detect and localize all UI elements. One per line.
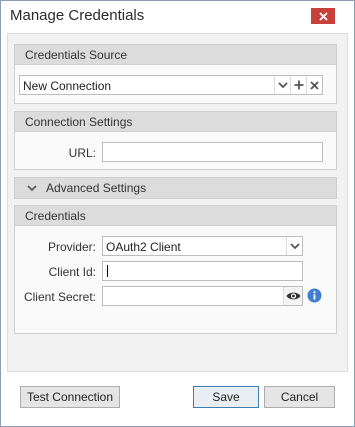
x-icon [310,80,319,90]
provider-dropdown-button[interactable] [286,237,302,255]
manage-credentials-window: Manage Credentials Credentials Source Ne… [0,0,355,427]
advanced-settings-label: Advanced Settings [46,181,147,195]
credentials-source-header: Credentials Source [15,45,336,65]
credentials-source-value: New Connection [23,79,112,93]
connection-settings-header: Connection Settings [15,112,336,132]
client-id-label: Client Id: [48,265,96,279]
text-cursor [107,265,108,277]
chevron-down-icon [277,81,288,88]
client-secret-info[interactable] [307,288,322,303]
test-connection-button[interactable]: Test Connection [20,386,120,408]
close-icon [318,11,328,21]
provider-label: Provider: [47,240,96,254]
client-id-input[interactable] [102,261,303,281]
close-button[interactable] [311,8,335,24]
client-secret-input[interactable] [102,286,303,306]
show-secret-button[interactable] [283,287,302,305]
plus-icon [294,80,303,90]
url-input[interactable] [102,142,323,162]
client-secret-label: Client Secret: [23,290,96,304]
eye-icon [286,292,300,300]
title-bar: Manage Credentials [1,1,354,33]
window-title: Manage Credentials [10,7,145,24]
provider-value: OAuth2 Client [106,240,181,254]
advanced-settings-group[interactable]: Advanced Settings [14,177,337,199]
url-label: URL: [68,146,96,160]
add-source-button[interactable] [290,76,306,94]
cancel-button[interactable]: Cancel [264,386,335,408]
chevron-down-icon [289,242,300,249]
credentials-header: Credentials [15,206,336,226]
provider-select[interactable]: OAuth2 Client [102,236,303,256]
info-icon [307,288,322,303]
advanced-settings-header[interactable]: Advanced Settings [15,178,336,198]
chevron-down-icon [27,184,37,191]
credentials-source-group: Credentials Source [14,44,337,104]
remove-source-button[interactable] [306,76,322,94]
credentials-source-combo[interactable]: New Connection [19,75,323,95]
save-button[interactable]: Save [193,386,259,408]
source-dropdown-button[interactable] [274,76,290,94]
